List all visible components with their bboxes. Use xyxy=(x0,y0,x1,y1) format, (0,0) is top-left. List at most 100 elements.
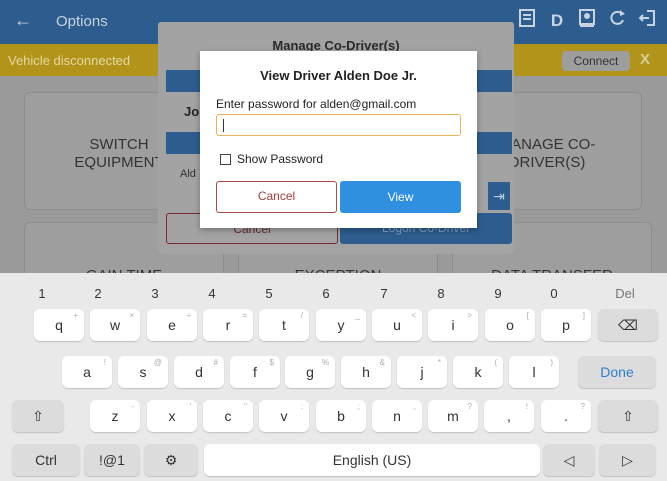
symbols-key[interactable]: !@1 xyxy=(84,444,140,476)
letter-key-n-secondary: , xyxy=(413,402,416,411)
letter-key-w-secondary: × xyxy=(129,311,134,320)
shift-left-key-label: ⇧ xyxy=(32,408,44,424)
ctrl-key-label: Ctrl xyxy=(35,452,57,468)
letter-key-q[interactable]: q + xyxy=(34,309,84,341)
settings-gear-icon[interactable]: ⚙ xyxy=(144,444,198,476)
backspace-key[interactable]: ⌫ xyxy=(598,309,658,341)
letter-key-f-secondary: $ xyxy=(269,358,274,367)
cursor-right-key[interactable]: ▷ xyxy=(599,444,656,476)
letter-key-x[interactable]: x ' xyxy=(147,400,197,432)
comma-key[interactable]: ,! xyxy=(484,400,534,432)
period-key[interactable]: .? xyxy=(541,400,591,432)
view-button[interactable]: View xyxy=(340,181,461,213)
shift-left-key[interactable]: ⇧ xyxy=(12,400,64,432)
number-key-2[interactable]: 2 xyxy=(78,283,118,305)
letter-key-y-secondary: _ xyxy=(355,311,360,320)
letter-key-s-secondary: @ xyxy=(153,358,162,367)
period-key-secondary: ? xyxy=(580,402,585,411)
document-icon[interactable] xyxy=(515,8,539,34)
number-key-8[interactable]: 8 xyxy=(421,283,461,305)
refresh-icon[interactable] xyxy=(605,8,629,34)
letter-key-y[interactable]: y _ xyxy=(316,309,366,341)
delete-key[interactable]: Del xyxy=(600,283,650,305)
letter-key-g[interactable]: g% xyxy=(285,356,335,388)
letter-key-s[interactable]: s @ xyxy=(118,356,168,388)
letter-key-l-secondary: ) xyxy=(550,358,553,367)
shift-right-key[interactable]: ⇧ xyxy=(598,400,658,432)
number-key-6[interactable]: 6 xyxy=(306,283,346,305)
done-key[interactable]: Done xyxy=(578,356,656,388)
letter-key-c[interactable]: c " xyxy=(203,400,253,432)
close-alert-button[interactable]: X xyxy=(640,51,650,68)
dialog-title: View Driver Alden Doe Jr. xyxy=(260,68,417,83)
cursor-left-key-label: ◁ xyxy=(563,452,575,468)
letter-key-e[interactable]: e ÷ xyxy=(147,309,197,341)
letter-key-h[interactable]: h & xyxy=(341,356,391,388)
number-key-9-label: 9 xyxy=(494,286,502,301)
checkbox-icon[interactable] xyxy=(220,153,231,165)
join-text: Jo xyxy=(184,104,200,119)
number-key-8-label: 8 xyxy=(437,286,445,301)
number-key-4-label: 4 xyxy=(208,286,216,301)
driver-icon[interactable] xyxy=(575,8,599,34)
letter-key-b[interactable]: b; xyxy=(316,400,366,432)
letter-key-o[interactable]: o[ xyxy=(485,309,535,341)
letter-key-m-secondary: ? xyxy=(467,402,472,411)
number-key-3[interactable]: 3 xyxy=(135,283,175,305)
letter-key-j[interactable]: j * xyxy=(397,356,447,388)
number-key-1[interactable]: 1 xyxy=(22,283,62,305)
letter-key-l[interactable]: l) xyxy=(509,356,559,388)
letter-key-i[interactable]: i > xyxy=(428,309,478,341)
show-password-checkbox[interactable]: Show Password xyxy=(220,152,323,166)
letter-key-n[interactable]: n, xyxy=(372,400,422,432)
comma-key-secondary: ! xyxy=(525,402,528,411)
letter-key-v[interactable]: v: xyxy=(259,400,309,432)
number-key-0[interactable]: 0 xyxy=(534,283,574,305)
letter-key-h-secondary: & xyxy=(379,358,385,367)
letter-key-d[interactable]: d # xyxy=(174,356,224,388)
letter-key-z-secondary: - xyxy=(131,402,134,411)
letter-key-f[interactable]: f $ xyxy=(230,356,280,388)
symbols-key-label: !@1 xyxy=(99,452,125,468)
driver-status-d-icon[interactable]: D xyxy=(545,8,569,34)
onscreen-keyboard: 1 2 3 4 5 6 7 8 9 0 Del q + w × e ÷ r = t / y _ u < i > o[p] ⌫ a! s @ d… xyxy=(0,273,667,481)
letter-key-c-secondary: " xyxy=(244,402,247,411)
number-key-5[interactable]: 5 xyxy=(249,283,289,305)
cursor-right-key-label: ▷ xyxy=(622,452,633,468)
number-key-7[interactable]: 7 xyxy=(364,283,404,305)
number-key-9[interactable]: 9 xyxy=(478,283,518,305)
letter-key-z[interactable]: z- xyxy=(90,400,140,432)
letter-key-k[interactable]: k( xyxy=(453,356,503,388)
letter-key-p[interactable]: p] xyxy=(541,309,591,341)
logout-icon[interactable]: ⇥ xyxy=(488,182,510,210)
letter-key-x-secondary: ' xyxy=(189,402,191,411)
space-bar-label: English (US) xyxy=(332,452,412,468)
letter-key-b-secondary: ; xyxy=(357,402,360,411)
letter-key-g-secondary: % xyxy=(321,358,329,367)
number-key-4[interactable]: 4 xyxy=(192,283,232,305)
logout-icon[interactable] xyxy=(635,8,659,34)
letter-key-a[interactable]: a! xyxy=(62,356,112,388)
number-key-0-label: 0 xyxy=(550,286,558,301)
letter-key-k-secondary: ( xyxy=(494,358,497,367)
password-prompt: Enter password for alden@gmail.com xyxy=(216,97,417,111)
letter-key-u[interactable]: u < xyxy=(372,309,422,341)
letter-key-d-secondary: # xyxy=(213,358,218,367)
cursor-left-key[interactable]: ◁ xyxy=(543,444,595,476)
shift-right-key-label: ⇧ xyxy=(622,408,634,424)
letter-key-m[interactable]: m? xyxy=(428,400,478,432)
letter-key-t-secondary: / xyxy=(300,311,303,320)
ctrl-key[interactable]: Ctrl xyxy=(12,444,80,476)
password-input[interactable] xyxy=(216,114,461,136)
connect-button[interactable]: Connect xyxy=(562,51,630,71)
letter-key-r[interactable]: r = xyxy=(203,309,253,341)
number-key-5-label: 5 xyxy=(265,286,273,301)
letter-key-u-secondary: < xyxy=(411,311,416,320)
cancel-button[interactable]: Cancel xyxy=(216,181,337,213)
letter-key-q-secondary: + xyxy=(73,311,78,320)
letter-key-t[interactable]: t / xyxy=(259,309,309,341)
letter-key-w[interactable]: w × xyxy=(90,309,140,341)
space-bar[interactable]: English (US) xyxy=(204,444,540,476)
delete-key-label: Del xyxy=(615,286,635,301)
back-arrow-icon[interactable]: ← xyxy=(14,10,32,31)
